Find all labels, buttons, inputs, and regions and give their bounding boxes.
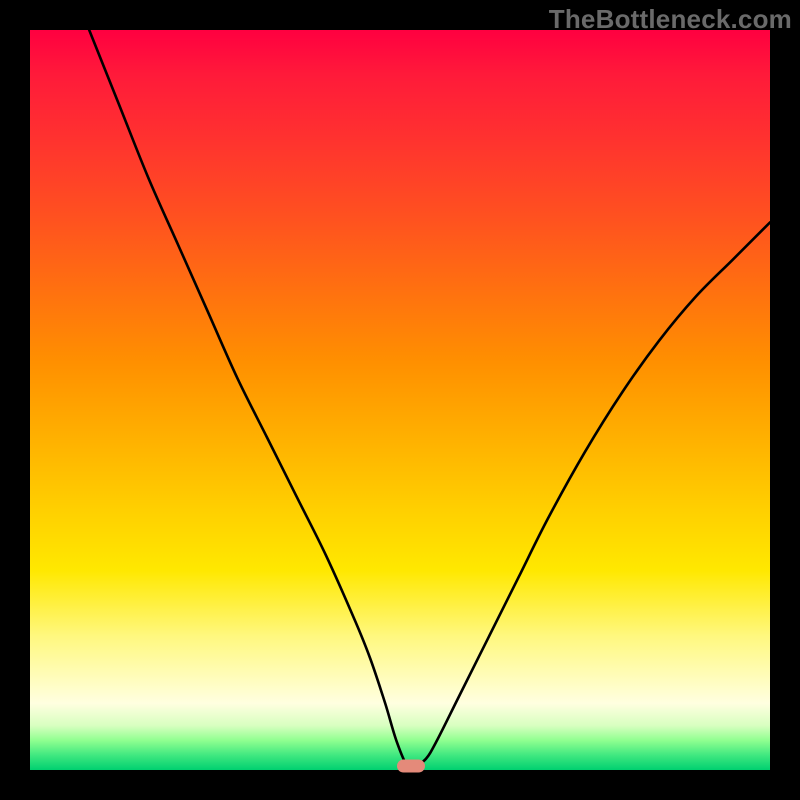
plot-area (30, 30, 770, 770)
chart-frame: TheBottleneck.com (0, 0, 800, 800)
optimal-point-marker (397, 760, 425, 773)
bottleneck-curve (89, 30, 770, 769)
curve-svg (30, 30, 770, 770)
